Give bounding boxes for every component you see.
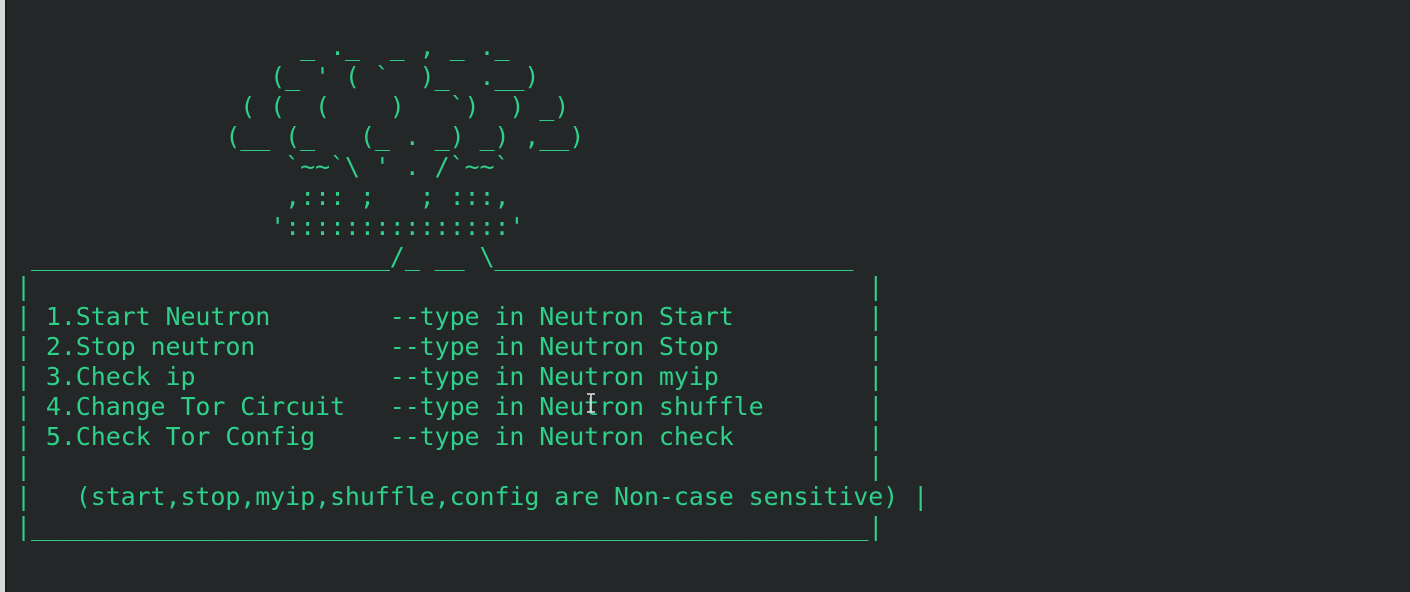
menu-item-start-neutron: | 1.Start Neutron --type in Neutron Star… (16, 302, 884, 331)
menu-item-change-tor-circuit: | 4.Change Tor Circuit --type in Neutron… (16, 392, 884, 421)
menu-note-case-insensitive: | (start,stop,myip,shuffle,config are No… (16, 482, 929, 511)
ascii-art-line: (__ (_ (_ . _) _) ,__) (16, 122, 585, 151)
ascii-art-line: ,::: ; ; :::, (16, 182, 510, 211)
ascii-art-line: _ ._ _ , _ ._ (16, 32, 510, 61)
ascii-art-line: `~~`\ ' . /`~~` (16, 152, 510, 181)
ascii-art-line: ( ( ( ) `) ) _) (16, 92, 570, 121)
menu-box-top-border: ________________________/_ __ \_________… (16, 242, 854, 271)
ascii-art-line: (_ ' ( ` )_ .__) (16, 62, 540, 91)
menu-item-check-tor-config: | 5.Check Tor Config --type in Neutron c… (16, 422, 884, 451)
menu-box-bottom-border: |_______________________________________… (16, 512, 884, 541)
terminal-output: _ ._ _ , _ ._ (_ ' ( ` )_ .__) ( ( ( ) `… (16, 32, 928, 542)
menu-item-check-ip: | 3.Check ip --type in Neutron myip | (16, 362, 884, 391)
terminal-window[interactable]: _ ._ _ , _ ._ (_ ' ( ` )_ .__) ( ( ( ) `… (7, 0, 1410, 592)
menu-box-blank-line: | | (16, 272, 884, 301)
menu-item-stop-neutron: | 2.Stop neutron --type in Neutron Stop … (16, 332, 884, 361)
text-ibeam-cursor-icon (587, 393, 595, 413)
menu-box-blank-line: | | (16, 452, 884, 481)
ascii-art-line: ':::::::::::::::' (16, 212, 525, 241)
